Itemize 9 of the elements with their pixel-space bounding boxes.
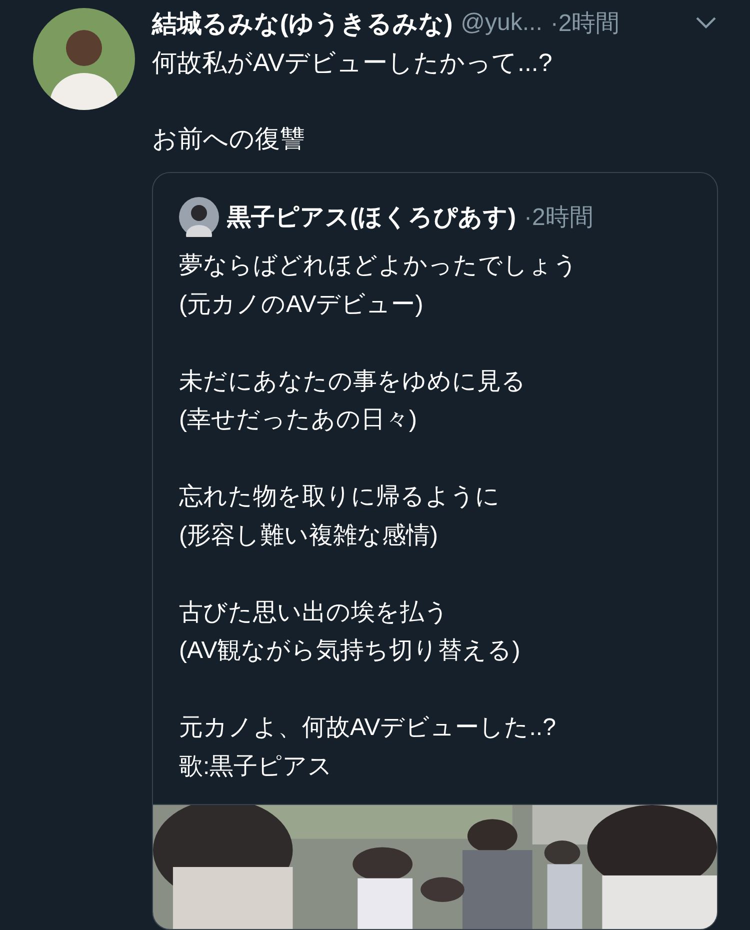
quoted-tweet-card[interactable]: 黒子ピアス(ほくろぴあす) ·2時間 夢ならばどれほどよかったでしょう (元カノのAVデビュー) 未だにあなたの事をゆめに見る (幸せだったあの日々) 忘れた物を取りに帰るように (形容し難い複雑な感情) 古びた思い出の埃を払う (AV観ながら気持ち切り替える) 元カノよ、何故AVデビューした..? 歌:黒子ピアス bbox=[152, 172, 718, 930]
avatar bbox=[179, 197, 219, 237]
timestamp[interactable]: ·2時間 bbox=[550, 7, 620, 39]
user-handle[interactable]: @yuk... bbox=[460, 9, 542, 37]
user-name[interactable]: 黒子ピアス(ほくろぴあす) bbox=[227, 201, 516, 233]
quoted-tweet-text: 夢ならばどれほどよかったでしょう (元カノのAVデビュー) 未だにあなたの事をゆめに見る (幸せだったあの日々) 忘れた物を取りに帰るように (形容し難い複雑な感情) 古びた思い出の埃を払う (AV観ながら気持ち切り替える) 元カノよ、何故AVデビューした..? 歌:黒子ピアス bbox=[178, 251, 579, 782]
user-name[interactable]: 結城るみな(ゆうきるみな) bbox=[152, 6, 453, 40]
timestamp[interactable]: ·2時間 bbox=[524, 201, 594, 233]
tweet-text: 何故私がAVデビューしたかって...? お前への復讐 bbox=[152, 48, 554, 155]
